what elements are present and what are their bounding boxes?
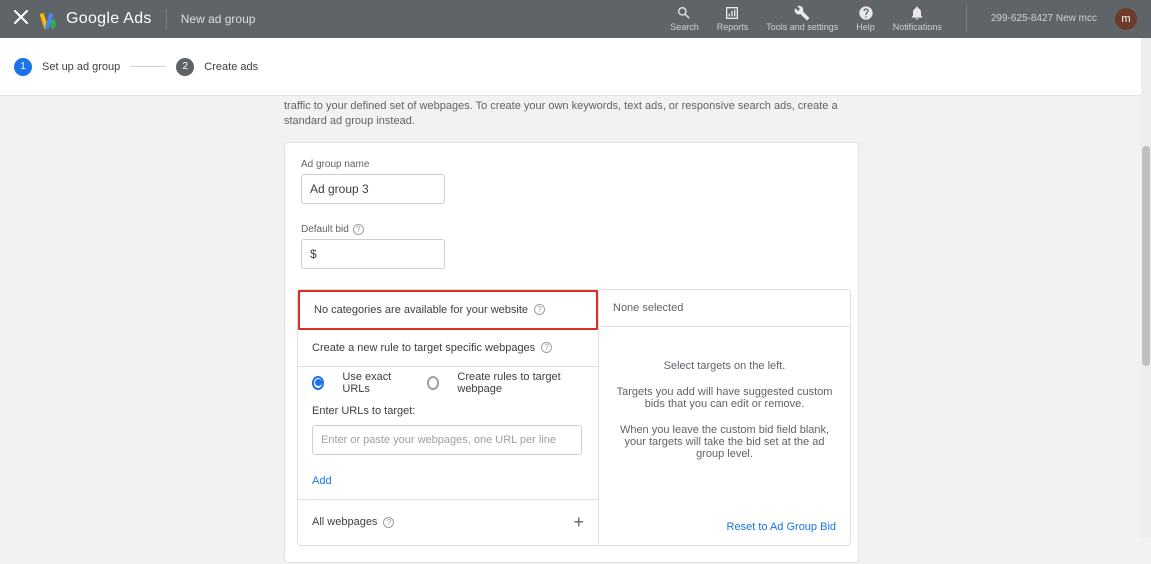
targeting-panel: No categories are available for your web…	[297, 289, 851, 546]
wrench-icon	[794, 5, 810, 21]
divider	[966, 6, 967, 32]
ad-group-name-block: Ad group name	[301, 159, 842, 204]
google-ads-glyph-icon	[42, 9, 62, 29]
search-button[interactable]: Search	[670, 5, 699, 33]
targeting-left-column: No categories are available for your web…	[298, 290, 598, 545]
step-2-badge: 2	[176, 58, 194, 76]
close-icon[interactable]	[14, 10, 28, 29]
default-bid-block: Default bid ?	[301, 224, 842, 269]
help-button[interactable]: Help	[856, 5, 875, 33]
ad-group-name-input[interactable]	[301, 174, 445, 204]
search-icon	[676, 5, 692, 21]
radio-create-rules[interactable]	[427, 376, 439, 390]
google-ads-logo: Google Ads	[42, 9, 152, 29]
top-app-bar: Google Ads New ad group Search Reports T…	[0, 0, 1151, 38]
no-categories-row: No categories are available for your web…	[298, 290, 598, 330]
reset-link[interactable]: Reset to Ad Group Bid	[727, 521, 836, 533]
intro-text: traffic to your defined set of webpages.…	[284, 99, 859, 130]
notifications-button[interactable]: Notifications	[893, 5, 942, 33]
brand-label: Google Ads	[66, 10, 152, 28]
targeting-right-column: None selected Select targets on the left…	[598, 290, 850, 545]
help-icon[interactable]: ?	[383, 517, 394, 528]
create-rule-row[interactable]: Create a new rule to target specific web…	[298, 330, 598, 367]
content-area: traffic to your defined set of webpages.…	[0, 96, 1151, 564]
create-rule-text: Create a new rule to target specific web…	[312, 342, 535, 354]
default-bid-label: Default bid	[301, 224, 349, 235]
ad-group-card: Ad group name Default bid ? No categorie…	[284, 142, 859, 563]
avatar[interactable]: m	[1115, 8, 1137, 30]
step-2-label[interactable]: Create ads	[204, 61, 258, 73]
account-label: 299-625-8427 New mcc	[991, 13, 1097, 24]
url-textarea[interactable]: Enter or paste your webpages, one URL pe…	[312, 425, 582, 455]
add-all-webpages-button[interactable]: +	[573, 512, 584, 533]
window-scrollbar-thumb[interactable]	[1142, 146, 1150, 366]
top-icon-row: Search Reports Tools and settings Help N…	[670, 5, 1137, 33]
help-icon	[858, 5, 874, 21]
help-icon[interactable]: ?	[534, 304, 545, 315]
right-msg-3: When you leave the custom bid field blan…	[613, 424, 836, 460]
radio-exact-urls[interactable]	[312, 376, 324, 390]
no-categories-text: No categories are available for your web…	[314, 304, 528, 316]
all-webpages-label: All webpages	[312, 516, 377, 528]
bell-icon	[909, 5, 925, 21]
window-scrollbar-track[interactable]	[1141, 38, 1151, 538]
right-msg-2: Targets you add will have suggested cust…	[613, 386, 836, 410]
tools-button[interactable]: Tools and settings	[766, 5, 838, 33]
radio-rules-label: Create rules to target webpage	[457, 371, 584, 395]
step-1-badge: 1	[14, 58, 32, 76]
step-bar: 1 Set up ad group 2 Create ads	[0, 38, 1151, 96]
ad-group-name-label: Ad group name	[301, 159, 842, 170]
enter-urls-label: Enter URLs to target:	[312, 405, 584, 417]
page-title: New ad group	[181, 12, 256, 26]
help-icon[interactable]: ?	[353, 224, 364, 235]
url-target-section: Use exact URLs Create rules to target we…	[298, 367, 598, 463]
add-link[interactable]: Add	[298, 463, 598, 499]
step-connector	[130, 66, 166, 67]
help-icon[interactable]: ?	[541, 342, 552, 353]
divider	[166, 9, 167, 29]
right-msg-1: Select targets on the left.	[613, 360, 836, 372]
none-selected-header: None selected	[599, 290, 850, 327]
step-1-label[interactable]: Set up ad group	[42, 61, 120, 73]
reports-button[interactable]: Reports	[717, 5, 749, 33]
reports-icon	[724, 5, 740, 21]
default-bid-input[interactable]	[301, 239, 445, 269]
radio-exact-label: Use exact URLs	[342, 371, 409, 395]
